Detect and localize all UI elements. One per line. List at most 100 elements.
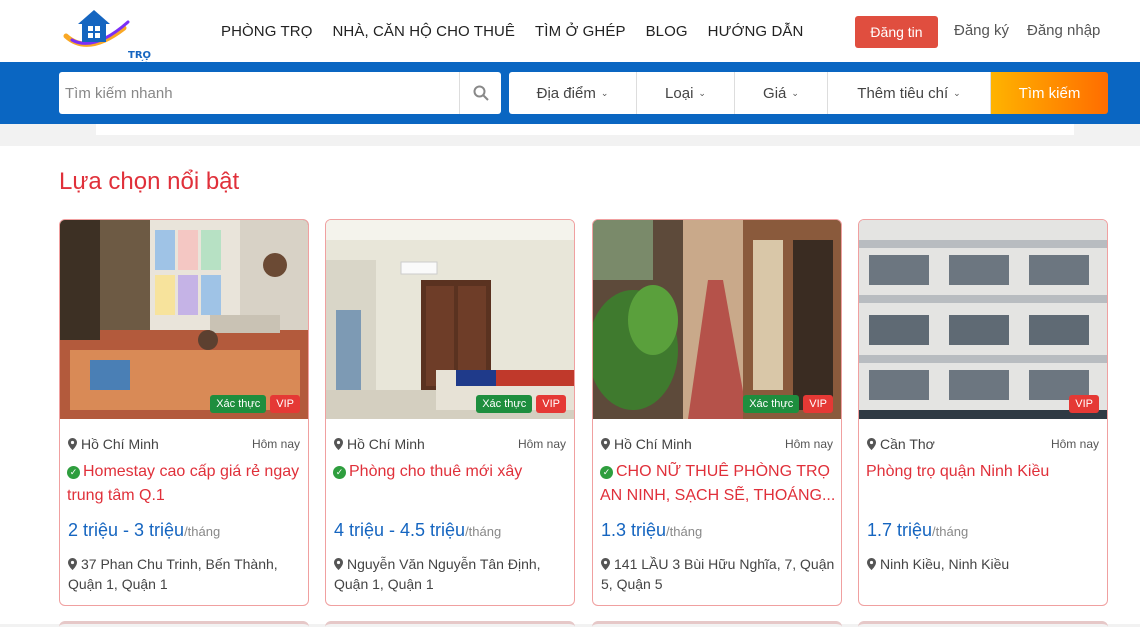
listing-address-text: 37 Phan Chu Trinh, Bến Thành, Quận 1, Qu…: [68, 556, 278, 592]
vip-badge: VIP: [270, 395, 300, 413]
listing-address: 141 LẦU 3 Bùi Hữu Nghĩa, 7, Quận 5, Quận…: [601, 554, 837, 594]
listing-price-unit: /tháng: [465, 524, 502, 539]
chevron-down-icon: ⌄: [953, 87, 961, 98]
quick-search-button[interactable]: [459, 72, 501, 114]
listing-title-text: Phòng cho thuê mới xây: [349, 463, 523, 480]
listing-location: Hồ Chí Minh: [68, 436, 159, 452]
verified-badge: Xác thực: [743, 395, 800, 413]
next-row-card-edge: [325, 621, 575, 627]
post-listing-button[interactable]: Đăng tin: [855, 16, 938, 48]
map-pin-icon: [601, 558, 610, 570]
vip-badge: VIP: [1069, 395, 1099, 413]
chevron-down-icon: ⌄: [791, 87, 799, 98]
quick-search-input[interactable]: [59, 72, 459, 114]
main-nav: PHÒNG TRỌ NHÀ, CĂN HỘ CHO THUÊ TÌM Ở GHÉ…: [221, 0, 823, 62]
register-link[interactable]: Đăng ký: [954, 22, 1009, 39]
listing-title[interactable]: ✓ Phòng cho thuê mới xây: [333, 460, 569, 484]
next-row-card-edge: [858, 621, 1108, 627]
verified-badge: Xác thực: [210, 395, 267, 413]
filter-type[interactable]: Loại ⌄: [637, 72, 735, 114]
listing-card[interactable]: Xác thực VIP Hồ Chí Minh Hôm nay ✓ Phòng …: [325, 219, 575, 606]
listing-date: Hôm nay: [1050, 437, 1099, 451]
nav-tim-o-ghep[interactable]: TÌM Ở GHÉP: [535, 23, 626, 40]
check-circle-icon: ✓: [600, 466, 613, 479]
next-row-card-edge: [592, 621, 842, 627]
filter-price[interactable]: Giá ⌄: [735, 72, 828, 114]
listing-price-unit: /tháng: [932, 524, 969, 539]
check-circle-icon: ✓: [333, 466, 346, 479]
chevron-down-icon: ⌄: [698, 87, 706, 98]
filter-more[interactable]: Thêm tiêu chí ⌄: [828, 72, 991, 114]
map-pin-icon: [867, 558, 876, 570]
site-logo[interactable]: TRỌ MỚI: [58, 6, 151, 72]
nav-nha-can-ho[interactable]: NHÀ, CĂN HỘ CHO THUÊ: [332, 23, 515, 40]
listing-location: Hồ Chí Minh: [601, 436, 692, 452]
listing-badges: VIP: [1065, 395, 1099, 413]
verified-badge: Xác thực: [476, 395, 533, 413]
listing-price-value: 1.7 triệu: [867, 520, 933, 540]
filter-more-label: Thêm tiêu chí: [857, 84, 949, 102]
listing-card[interactable]: Xác thực VIP Hồ Chí Minh Hôm nay ✓ Homest…: [59, 219, 309, 606]
listing-photo[interactable]: [326, 220, 574, 419]
listing-price-value: 1.3 triệu: [601, 520, 667, 540]
vip-badge: VIP: [803, 395, 833, 413]
listing-location-text: Hồ Chí Minh: [81, 436, 159, 452]
nav-phong-tro[interactable]: PHÒNG TRỌ: [221, 23, 312, 40]
search-submit-button[interactable]: Tìm kiếm: [991, 72, 1108, 114]
listing-photo[interactable]: [60, 220, 308, 419]
listing-card[interactable]: Xác thực VIP Hồ Chí Minh Hôm nay ✓ CHO NỮ…: [592, 219, 842, 606]
listing-title[interactable]: ✓ Homestay cao cấp giá rẻ ngay trung tâm …: [67, 460, 303, 508]
listing-address: Ninh Kiều, Ninh Kiều: [867, 554, 1103, 574]
nav-huong-dan[interactable]: HƯỚNG DẪN: [708, 23, 804, 40]
listing-address: 37 Phan Chu Trinh, Bến Thành, Quận 1, Qu…: [68, 554, 304, 594]
listing-address-text: Ninh Kiều, Ninh Kiều: [880, 556, 1010, 572]
next-row-card-edge: [59, 621, 309, 627]
map-pin-icon: [334, 558, 343, 570]
listing-address-text: 141 LẦU 3 Bùi Hữu Nghĩa, 7, Quận 5, Quận…: [601, 556, 835, 592]
listing-title[interactable]: ✓ CHO NỮ THUÊ PHÒNG TRỌ AN NINH, SẠCH SẼ,…: [600, 460, 836, 508]
filter-type-label: Loại: [665, 84, 694, 102]
listing-address: Nguyễn Văn Nguyễn Tân Định, Quận 1, Quận…: [334, 554, 570, 594]
site-header: TRỌ MỚI PHÒNG TRỌ NHÀ, CĂN HỘ CHO THUÊ T…: [0, 0, 1140, 72]
listing-location-text: Hồ Chí Minh: [347, 436, 425, 452]
listing-price: 4 triệu - 4.5 triệu/tháng: [334, 520, 501, 541]
listing-location-text: Hồ Chí Minh: [614, 436, 692, 452]
listing-price: 1.3 triệu/tháng: [601, 520, 702, 541]
listing-location: Cần Thơ: [867, 436, 935, 452]
logo-house-icon: [63, 10, 130, 47]
chevron-down-icon: ⌄: [600, 87, 609, 98]
featured-section: Lựa chọn nổi bật Xác thực VIP Hồ Chí Min…: [0, 146, 1140, 624]
login-link[interactable]: Đăng nhập: [1027, 22, 1100, 39]
listing-card[interactable]: VIP Cần Thơ Hôm nay Phòng trọ quận Ninh …: [858, 219, 1108, 606]
listing-address-text: Nguyễn Văn Nguyễn Tân Định, Quận 1, Quận…: [334, 556, 541, 592]
listing-badges: Xác thực VIP: [206, 395, 300, 413]
listing-badges: Xác thực VIP: [739, 395, 833, 413]
check-circle-icon: ✓: [67, 466, 80, 479]
filter-location[interactable]: Địa điểm ⌄: [509, 72, 637, 114]
listing-date: Hôm nay: [251, 437, 300, 451]
listing-photo[interactable]: [593, 220, 841, 419]
listing-title[interactable]: Phòng trọ quận Ninh Kiều: [866, 460, 1102, 484]
listing-price-unit: /tháng: [666, 524, 703, 539]
listing-price-unit: /tháng: [184, 524, 221, 539]
filter-location-label: Địa điểm: [536, 84, 596, 102]
vip-badge: VIP: [536, 395, 566, 413]
map-pin-icon: [68, 558, 77, 570]
search-bar: Địa điểm ⌄ Loại ⌄ Giá ⌄ Thêm tiêu chí ⌄ …: [0, 62, 1140, 124]
listing-location: Hồ Chí Minh: [334, 436, 425, 452]
search-icon: [473, 85, 489, 101]
quick-search-box: [59, 72, 501, 114]
filter-group: Địa điểm ⌄ Loại ⌄ Giá ⌄ Thêm tiêu chí ⌄: [509, 72, 991, 114]
listing-price: 1.7 triệu/tháng: [867, 520, 968, 541]
map-pin-icon: [867, 438, 876, 450]
listing-price-value: 4 triệu - 4.5 triệu: [334, 520, 466, 540]
section-title: Lựa chọn nổi bật: [59, 168, 240, 195]
map-pin-icon: [68, 438, 77, 450]
listing-photo[interactable]: [859, 220, 1107, 419]
listing-date: Hôm nay: [517, 437, 566, 451]
listing-title-text: CHO NỮ THUÊ PHÒNG TRỌ AN NINH, SẠCH SẼ, …: [600, 463, 836, 504]
search-suggestions-strip: [96, 124, 1074, 135]
listing-title-text: Homestay cao cấp giá rẻ ngay trung tâm Q…: [67, 463, 300, 504]
listing-title-text: Phòng trọ quận Ninh Kiều: [866, 463, 1050, 480]
nav-blog[interactable]: BLOG: [646, 23, 688, 40]
